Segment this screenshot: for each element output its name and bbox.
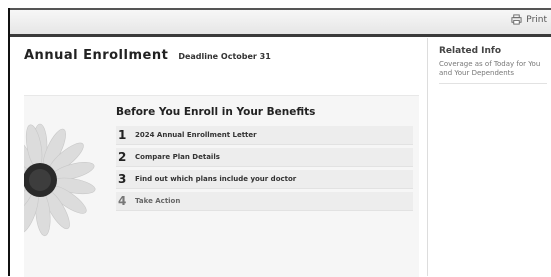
step-3-find-doctor[interactable]: 3 Find out which plans include your doct…	[116, 170, 413, 189]
step-number: 4	[118, 194, 127, 208]
step-number: 2	[118, 150, 127, 164]
related-info-title: Related Info	[439, 46, 502, 56]
related-info-sidebar: Related Info Coverage as of Today for Yo…	[439, 46, 547, 84]
sidebar-divider	[439, 83, 547, 84]
step-label: Compare Plan Details	[135, 153, 220, 161]
step-2-compare-plans[interactable]: 2 Compare Plan Details	[116, 148, 413, 167]
printer-icon	[511, 14, 522, 25]
steps-list: 1 2024 Annual Enrollment Letter 2 Compar…	[116, 126, 413, 214]
step-number: 1	[118, 128, 127, 142]
coverage-link[interactable]: Coverage as of Today for You and Your De…	[439, 60, 547, 78]
column-divider	[427, 38, 428, 276]
print-button[interactable]: Print	[511, 14, 547, 25]
panel-heading: Before You Enroll in Your Benefits	[116, 106, 316, 118]
step-label: 2024 Annual Enrollment Letter	[135, 131, 257, 139]
deadline-text: Deadline October 31	[178, 52, 271, 61]
page-frame-edge	[8, 8, 10, 276]
top-toolbar: Print	[10, 8, 551, 37]
page-header: Annual Enrollment Deadline October 31	[24, 48, 271, 63]
page-title: Annual Enrollment	[24, 48, 169, 63]
step-label: Take Action	[135, 197, 181, 205]
sunflower-image	[24, 123, 96, 237]
enrollment-panel: Before You Enroll in Your Benefits 1 202…	[24, 95, 419, 277]
step-number: 3	[118, 172, 127, 186]
step-label: Find out which plans include your doctor	[135, 175, 297, 183]
print-label: Print	[526, 14, 547, 25]
step-4-take-action[interactable]: 4 Take Action	[116, 192, 413, 211]
step-1-enrollment-letter[interactable]: 1 2024 Annual Enrollment Letter	[116, 126, 413, 145]
